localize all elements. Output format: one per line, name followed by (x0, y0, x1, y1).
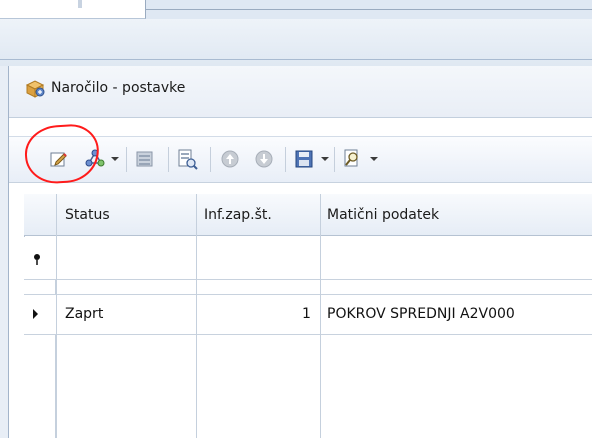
current-row-indicator-icon (33, 309, 38, 319)
arrow-down-circle-icon (255, 150, 273, 168)
preview-button[interactable] (176, 148, 198, 170)
grid-column-divider (320, 237, 321, 280)
grid-column-divider (56, 294, 57, 335)
magnifier-icon (344, 149, 358, 167)
grid-column-divider (196, 237, 197, 280)
document-tab[interactable] (0, 0, 146, 19)
cell-inf-zap-st[interactable]: 1 (302, 306, 311, 322)
move-down-button[interactable] (253, 148, 275, 170)
floppy-disk-icon (295, 150, 313, 168)
panel-title: Naročilo - postavke (51, 80, 186, 96)
toolbar-separator (126, 147, 127, 172)
cell-maticni-podatek[interactable]: POKROV SPREDNJI A2V000 (327, 306, 515, 322)
tab-strip-line (146, 9, 592, 10)
toolbar-separator (334, 147, 335, 172)
toolbar-separator (210, 147, 211, 172)
document-preview-icon (178, 149, 198, 170)
list-button[interactable] (134, 148, 156, 170)
grid-column-divider (56, 237, 57, 280)
tab-marker (78, 0, 82, 8)
save-dropdown-arrow[interactable] (321, 157, 329, 161)
save-button[interactable] (293, 148, 315, 170)
cell-status[interactable]: Zaprt (65, 306, 103, 322)
find-button[interactable] (342, 148, 364, 170)
band-divider (0, 59, 592, 60)
arrow-up-circle-icon (221, 150, 239, 168)
list-icon (136, 151, 153, 167)
ribbon-band (0, 19, 592, 66)
box-items-icon (25, 80, 45, 98)
toolbar-separator (168, 147, 169, 172)
filter-pin-icon (34, 254, 40, 265)
overflow-dropdown-arrow[interactable] (370, 157, 378, 161)
column-header-maticni-podatek[interactable]: Matični podatek (327, 207, 439, 223)
column-header-inf-zap-st[interactable]: Inf.zap.št. (204, 207, 272, 223)
workflow-dropdown-arrow[interactable] (111, 157, 119, 161)
move-up-button[interactable] (219, 148, 241, 170)
grid-column-divider (196, 294, 197, 335)
column-header-status[interactable]: Status (65, 207, 110, 223)
grid-column-divider (320, 294, 321, 335)
toolbar-separator (285, 147, 286, 172)
left-panel-edge (0, 66, 9, 438)
filter-row[interactable] (24, 237, 592, 280)
